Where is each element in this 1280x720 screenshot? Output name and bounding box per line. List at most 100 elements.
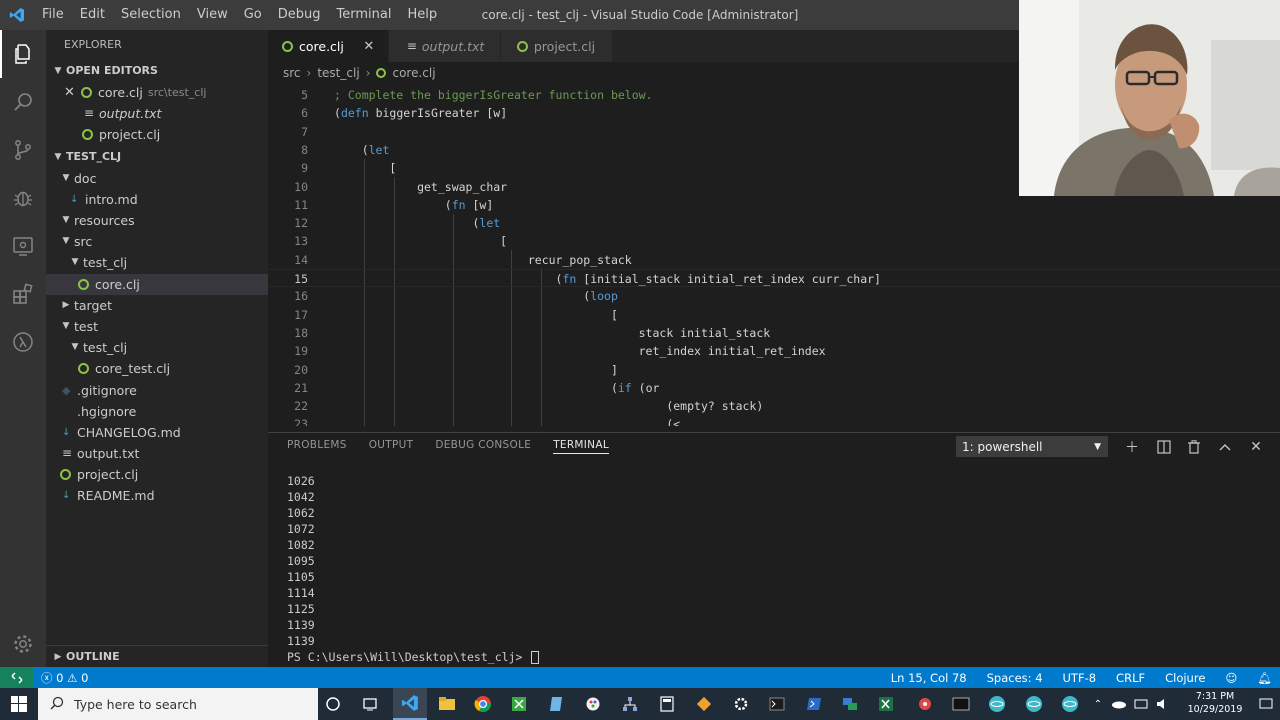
tab-core-clj[interactable]: core.clj ✕ xyxy=(268,30,389,62)
folder-test-test-clj[interactable]: ▼ test_clj xyxy=(46,337,268,358)
network-app-icon[interactable] xyxy=(613,688,647,720)
open-editor-item[interactable]: project.clj xyxy=(46,124,268,145)
folder-src[interactable]: ▼ src xyxy=(46,231,268,252)
terminal-app-icon[interactable] xyxy=(760,688,794,720)
network-wifi-icon[interactable] xyxy=(1130,688,1152,720)
language-mode[interactable]: Clojure xyxy=(1165,671,1205,685)
maximize-panel-icon[interactable] xyxy=(1214,436,1236,458)
file-intro-md[interactable]: ↓ intro.md xyxy=(46,189,268,210)
folder-doc[interactable]: ▼ doc xyxy=(46,168,268,189)
line-ending[interactable]: CRLF xyxy=(1116,671,1145,685)
split-terminal-icon[interactable] xyxy=(1153,436,1175,458)
feedback-smiley-icon[interactable]: ☺ xyxy=(1225,671,1237,685)
new-terminal-icon[interactable]: ＋ xyxy=(1121,436,1143,458)
atom-app-icon-3[interactable] xyxy=(1053,688,1087,720)
menu-terminal[interactable]: Terminal xyxy=(329,0,400,30)
menu-debug[interactable]: Debug xyxy=(270,0,329,30)
settings-app-icon[interactable] xyxy=(724,688,758,720)
atom-app-icon[interactable] xyxy=(980,688,1014,720)
debug-icon[interactable] xyxy=(0,174,46,222)
file-output-txt[interactable]: ≡ output.txt xyxy=(46,443,268,464)
file-project-clj[interactable]: project.clj xyxy=(46,464,268,485)
cortana-icon[interactable] xyxy=(316,688,350,720)
taskbar-search[interactable]: Type here to search xyxy=(38,688,318,720)
menu-edit[interactable]: Edit xyxy=(72,0,113,30)
chrome-icon[interactable] xyxy=(466,688,500,720)
problems-indicator[interactable]: ⓧ 0 ⚠ 0 xyxy=(41,670,88,686)
spreadsheet-app-icon[interactable] xyxy=(502,688,536,720)
file-core-clj[interactable]: core.clj xyxy=(46,273,268,295)
tab-debug-console[interactable]: DEBUG CONSOLE xyxy=(435,439,531,453)
open-editors-header[interactable]: ▼ OPEN EDITORS xyxy=(46,60,268,82)
excel-icon[interactable] xyxy=(869,688,903,720)
terminal-output[interactable]: 1026 1042 1062 1072 1082 1095 1105 1114 … xyxy=(287,473,540,665)
atom-app-icon-2[interactable] xyxy=(1017,688,1051,720)
notes-app-icon[interactable] xyxy=(540,688,574,720)
breadcrumb-item[interactable]: src xyxy=(283,62,301,84)
file-readme-md[interactable]: ↓ README.md xyxy=(46,485,268,506)
onedrive-cloud-icon[interactable] xyxy=(1108,688,1130,720)
chevron-down-icon: ▼ xyxy=(62,215,70,226)
volume-icon[interactable] xyxy=(1152,688,1174,720)
open-editor-item[interactable]: ✕ core.clj src\test_clj xyxy=(46,82,268,103)
close-icon[interactable]: ✕ xyxy=(64,82,81,103)
menu-help[interactable]: Help xyxy=(399,0,445,30)
breadcrumb-item[interactable]: test_clj xyxy=(317,62,359,84)
network-tool-icon[interactable] xyxy=(833,688,867,720)
explorer-icon[interactable] xyxy=(0,30,46,78)
source-control-icon[interactable] xyxy=(0,126,46,174)
settings-gear-icon[interactable] xyxy=(0,620,46,668)
menu-selection[interactable]: Selection xyxy=(113,0,189,30)
breadcrumb-item[interactable]: core.clj xyxy=(392,62,435,84)
trash-icon[interactable] xyxy=(1183,436,1205,458)
terminal-select[interactable]: 1: powershell ▼ xyxy=(956,436,1108,457)
extensions-icon[interactable] xyxy=(0,270,46,318)
notifications-bell-icon[interactable]: 🔔︎ xyxy=(1257,671,1272,685)
remote-explorer-icon[interactable] xyxy=(0,222,46,270)
menu-go[interactable]: Go xyxy=(236,0,270,30)
folder-src-test-clj[interactable]: ▼ test_clj xyxy=(46,252,268,273)
file-core-test-clj[interactable]: core_test.clj xyxy=(46,358,268,379)
cursor-position[interactable]: Ln 15, Col 78 xyxy=(891,671,967,685)
outline-header[interactable]: ▶ OUTLINE xyxy=(46,645,268,667)
encoding[interactable]: UTF-8 xyxy=(1063,671,1097,685)
taskbar-clock[interactable]: 7:31 PM 10/29/2019 xyxy=(1180,690,1250,716)
workspace-header[interactable]: ▼ TEST_CLJ xyxy=(46,146,268,168)
calculator-icon[interactable] xyxy=(650,688,684,720)
folder-test[interactable]: ▼ test xyxy=(46,316,268,337)
notification-center-icon[interactable] xyxy=(1252,688,1280,720)
folder-resources[interactable]: ▼ resources xyxy=(46,210,268,231)
calva-icon[interactable] xyxy=(0,318,46,366)
tab-output-txt[interactable]: ≡ output.txt xyxy=(388,30,501,62)
console-app-icon[interactable] xyxy=(944,688,978,720)
search-icon[interactable] xyxy=(0,78,46,126)
menu-file[interactable]: File xyxy=(34,0,72,30)
remote-indicator[interactable] xyxy=(0,667,33,688)
paint-app-icon[interactable] xyxy=(576,688,610,720)
file-hgignore[interactable]: .hgignore xyxy=(46,401,268,422)
tab-problems[interactable]: PROBLEMS xyxy=(287,439,347,453)
terminal-prompt-line[interactable]: PS C:\Users\Will\Desktop\test_clj> xyxy=(287,649,540,665)
code-keyword: fn xyxy=(562,272,577,286)
vscode-taskbar-icon[interactable] xyxy=(393,688,427,720)
code-keyword: let xyxy=(479,216,501,231)
git-app-icon[interactable] xyxy=(687,688,721,720)
tab-terminal[interactable]: TERMINAL xyxy=(553,439,609,454)
close-icon[interactable]: ✕ xyxy=(362,39,376,54)
close-panel-icon[interactable]: ✕ xyxy=(1245,436,1267,458)
menu-view[interactable]: View xyxy=(189,0,236,30)
indentation[interactable]: Spaces: 4 xyxy=(987,671,1043,685)
task-view-icon[interactable] xyxy=(353,688,387,720)
windows-start-icon[interactable] xyxy=(0,688,38,720)
chevron-down-icon: ▼ xyxy=(71,257,79,268)
tray-chevron-up-icon[interactable]: ⌃ xyxy=(1088,688,1108,720)
open-editor-item[interactable]: ≡ output.txt xyxy=(46,103,268,124)
powershell-icon[interactable] xyxy=(797,688,831,720)
folder-target[interactable]: ▶ target xyxy=(46,295,268,316)
media-app-icon[interactable] xyxy=(908,688,942,720)
file-explorer-icon[interactable] xyxy=(430,688,464,720)
file-gitignore[interactable]: ◆ .gitignore xyxy=(46,379,268,400)
file-changelog-md[interactable]: ↓ CHANGELOG.md xyxy=(46,422,268,443)
tab-output[interactable]: OUTPUT xyxy=(369,439,414,453)
tab-project-clj[interactable]: project.clj xyxy=(500,30,613,62)
